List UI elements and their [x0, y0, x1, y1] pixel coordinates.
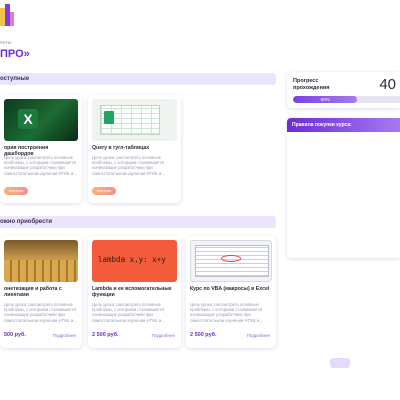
course-description: Цель урока: рассмотреть основные проблем… — [4, 302, 77, 323]
highlight-ring — [221, 255, 241, 262]
course-price: 500 руб. — [4, 332, 26, 338]
progress-percent: 60% — [320, 97, 330, 102]
progress-label: Прогресс прохождения — [293, 78, 330, 91]
course-card-dashboards[interactable]: X ория построения дашбордов Цель урока: … — [0, 95, 82, 203]
more-link[interactable]: Подробнее — [152, 333, 175, 338]
coins-image — [4, 260, 78, 282]
progress-number: 40 — [379, 76, 396, 93]
learn-button[interactable]: Изучать — [4, 187, 28, 195]
page-title: ПРО» — [0, 48, 30, 60]
course-title: Lambda и ее вспомогательные функции — [92, 286, 172, 298]
more-link[interactable]: Подробнее — [53, 333, 76, 338]
more-link[interactable]: Подробнее — [247, 333, 270, 338]
course-price: 2 500 руб. — [190, 332, 217, 338]
excel-icon: X — [18, 109, 38, 129]
sheets-icon — [104, 111, 114, 124]
course-card-monetization[interactable]: онетизация и работа с лиентами Цель урок… — [0, 236, 82, 348]
breadcrumb[interactable]: енты — [0, 40, 11, 46]
course-card-lambda[interactable]: lambda x,y: x+y Lambda и ее вспомогатель… — [88, 236, 181, 348]
course-thumbnail — [190, 240, 272, 282]
purchase-rules-card: Правила покупки курса: — [287, 118, 400, 258]
progress-card: Прогресс прохождения 40 60% — [287, 72, 400, 108]
course-thumbnail — [4, 240, 78, 282]
course-description: Цель урока: рассмотреть основные проблем… — [92, 302, 165, 323]
course-title: Курс по VBA (макросы) в Excel — [190, 286, 270, 292]
course-thumbnail: X — [4, 99, 78, 141]
course-thumbnail — [92, 99, 177, 141]
course-card-vba[interactable]: Курс по VBA (макросы) в Excel Цель урока… — [186, 236, 276, 348]
course-title: онетизация и работа с лиентами — [4, 286, 62, 298]
section-buy-header: ожно приобрести — [0, 216, 276, 228]
course-price: 2 500 руб. — [92, 332, 119, 338]
learn-button[interactable]: Изучать — [92, 187, 116, 195]
course-description: Цель урока: рассмотреть основные проблем… — [92, 155, 165, 176]
lambda-code-label: lambda x,y: x+y — [98, 255, 166, 264]
course-card-query[interactable]: Query в гугл-таблицах Цель урока: рассмо… — [88, 95, 181, 203]
course-description: Цель урока: рассмотреть основные проблем… — [190, 302, 263, 323]
logo-icon — [0, 4, 14, 26]
course-thumbnail: lambda x,y: x+y — [92, 240, 177, 282]
course-title: Query в гугл-таблицах — [92, 145, 150, 151]
rules-title: Правила покупки курса: — [287, 118, 400, 132]
section-available-header: оступные — [0, 73, 276, 85]
course-description: Цель урока: рассмотреть основные проблем… — [4, 155, 77, 176]
scroll-button[interactable] — [330, 358, 350, 368]
